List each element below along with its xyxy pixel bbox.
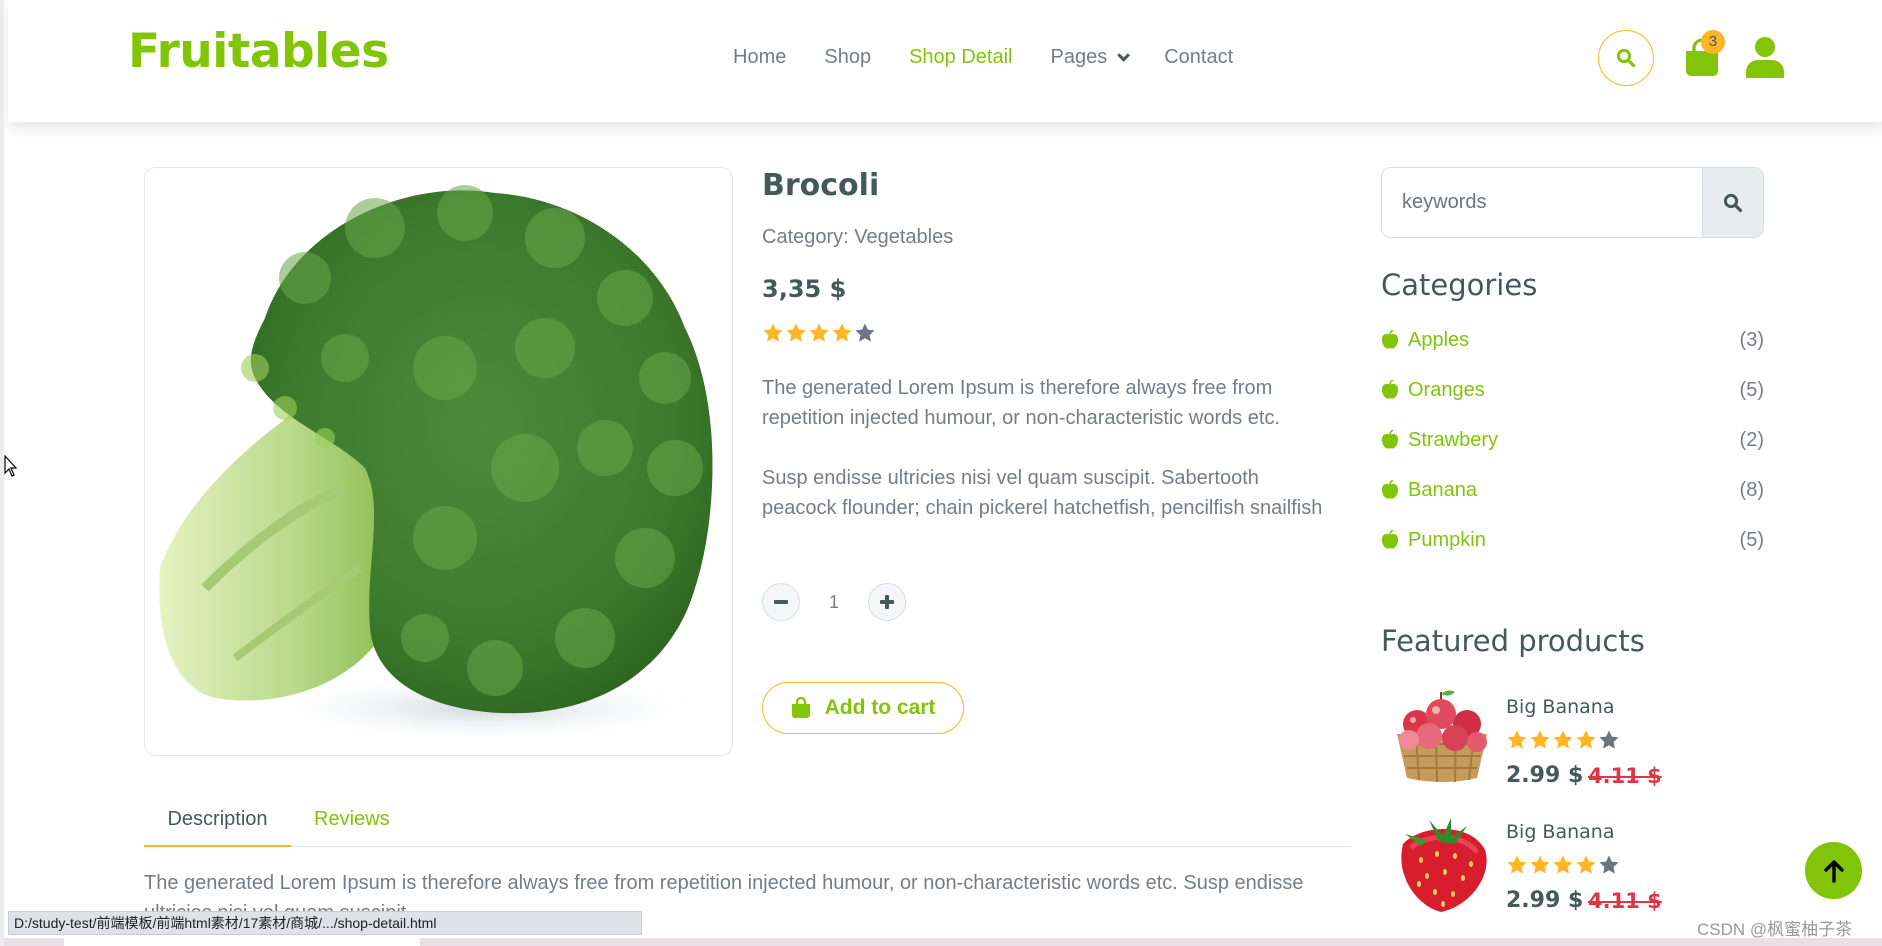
taskbar-tab bbox=[64, 938, 420, 946]
header-search-button[interactable] bbox=[1598, 30, 1654, 86]
nav-contact[interactable]: Contact bbox=[1164, 46, 1233, 69]
tab-reviews[interactable]: Reviews bbox=[314, 808, 390, 831]
star-empty-icon bbox=[1599, 730, 1619, 749]
quantity-minus-button[interactable] bbox=[762, 583, 800, 621]
star-filled-icon bbox=[1530, 730, 1550, 749]
nav-home[interactable]: Home bbox=[733, 46, 786, 69]
category-name[interactable]: Pumpkin bbox=[1408, 529, 1740, 552]
featured-product-rating bbox=[1506, 729, 1620, 751]
cart-count-badge: 3 bbox=[1701, 30, 1725, 54]
category-count: (8) bbox=[1739, 478, 1764, 501]
apple-icon bbox=[1381, 530, 1399, 549]
add-to-cart-label: Add to cart bbox=[824, 696, 936, 719]
product-title: Brocoli bbox=[762, 168, 880, 203]
site-logo[interactable]: Fruitables bbox=[128, 24, 389, 79]
sidebar-search bbox=[1381, 167, 1764, 238]
star-filled-icon bbox=[1576, 730, 1596, 749]
category-item[interactable]: Apples (3) bbox=[1381, 324, 1764, 356]
featured-product-name[interactable]: Big Banana bbox=[1506, 821, 1614, 843]
apple-icon bbox=[1381, 430, 1399, 449]
category-item[interactable]: Banana (8) bbox=[1381, 474, 1764, 506]
watermark-text: CSDN @枫蜜柚子茶 bbox=[1697, 920, 1853, 939]
product-category: Category: Vegetables bbox=[762, 226, 954, 248]
category-count: (5) bbox=[1739, 378, 1764, 401]
star-filled-icon bbox=[1553, 855, 1573, 874]
nav-shop-detail[interactable]: Shop Detail bbox=[909, 46, 1012, 69]
category-item[interactable]: Oranges (5) bbox=[1381, 374, 1764, 406]
apple-icon bbox=[1381, 480, 1399, 499]
site-header: Fruitables Home Shop Shop Detail Pages C… bbox=[8, 0, 1882, 122]
category-count: (5) bbox=[1739, 528, 1764, 551]
product-rating bbox=[762, 322, 876, 344]
apple-icon bbox=[1381, 380, 1399, 399]
arrow-up-icon bbox=[1823, 859, 1844, 883]
strawberry-image bbox=[1401, 818, 1487, 912]
categories-heading: Categories bbox=[1381, 268, 1538, 302]
tab-description[interactable]: Description bbox=[144, 808, 291, 847]
category-item[interactable]: Pumpkin (5) bbox=[1381, 524, 1764, 556]
featured-product-price: 2.99 $ bbox=[1506, 888, 1584, 913]
sidebar-search-button[interactable] bbox=[1702, 168, 1763, 237]
main-nav: Home Shop Shop Detail Pages Contact bbox=[733, 46, 1271, 69]
star-filled-icon bbox=[1507, 855, 1527, 874]
product-description-2: Susp endisse ultricies nisi vel quam sus… bbox=[762, 467, 1323, 519]
featured-product-rating bbox=[1506, 854, 1620, 876]
chevron-down-icon bbox=[1117, 49, 1131, 62]
category-name[interactable]: Apples bbox=[1408, 329, 1740, 352]
back-to-top-button[interactable] bbox=[1805, 842, 1862, 899]
apple-icon bbox=[1381, 330, 1399, 349]
shopping-bag-icon bbox=[791, 697, 810, 718]
star-filled-icon bbox=[832, 323, 852, 342]
featured-product-old-price: 4.11 $ bbox=[1588, 764, 1662, 788]
broccoli-image bbox=[159, 185, 715, 744]
product-price: 3,35 $ bbox=[762, 275, 847, 303]
product-image bbox=[144, 167, 733, 756]
plus-icon bbox=[880, 595, 894, 609]
nav-pages[interactable]: Pages bbox=[1050, 46, 1131, 69]
star-filled-icon bbox=[786, 323, 806, 342]
category-count: (3) bbox=[1739, 328, 1764, 351]
star-filled-icon bbox=[809, 323, 829, 342]
keyword-search-input[interactable] bbox=[1382, 168, 1702, 237]
quantity-value[interactable]: 1 bbox=[800, 592, 868, 613]
user-icon[interactable] bbox=[1745, 36, 1785, 78]
search-icon bbox=[1723, 193, 1743, 212]
product-tabs: Description Reviews bbox=[144, 800, 1352, 847]
product-description-1: The generated Lorem Ipsum is therefore a… bbox=[762, 377, 1281, 429]
category-count: (2) bbox=[1739, 428, 1764, 451]
star-empty-icon bbox=[855, 323, 875, 342]
mouse-cursor-icon bbox=[4, 455, 18, 477]
featured-product-price: 2.99 $ bbox=[1506, 763, 1584, 788]
category-name[interactable]: Banana bbox=[1408, 479, 1740, 502]
page: Fruitables Home Shop Shop Detail Pages C… bbox=[0, 0, 1882, 946]
search-icon bbox=[1616, 48, 1636, 68]
featured-product-image[interactable] bbox=[1381, 684, 1503, 786]
featured-products-heading: Featured products bbox=[1381, 624, 1645, 658]
category-name[interactable]: Oranges bbox=[1408, 379, 1740, 402]
add-to-cart-button[interactable]: Add to cart bbox=[762, 682, 964, 734]
star-filled-icon bbox=[1507, 730, 1527, 749]
featured-product-image[interactable] bbox=[1381, 814, 1503, 916]
star-filled-icon bbox=[1576, 855, 1596, 874]
nav-shop[interactable]: Shop bbox=[824, 46, 871, 69]
featured-product-name[interactable]: Big Banana bbox=[1506, 696, 1614, 718]
minus-icon bbox=[774, 600, 788, 604]
bottom-taskbar-strip bbox=[4, 938, 1882, 946]
featured-product-old-price: 4.11 $ bbox=[1588, 889, 1662, 913]
star-filled-icon bbox=[1553, 730, 1573, 749]
star-filled-icon bbox=[1530, 855, 1550, 874]
category-item[interactable]: Strawbery (2) bbox=[1381, 424, 1764, 456]
quantity-plus-button[interactable] bbox=[868, 583, 906, 621]
star-empty-icon bbox=[1599, 855, 1619, 874]
apple-basket-image bbox=[1397, 690, 1487, 783]
nav-pages-label: Pages bbox=[1050, 46, 1108, 68]
category-name[interactable]: Strawbery bbox=[1408, 429, 1740, 452]
star-filled-icon bbox=[763, 323, 783, 342]
browser-status-url: D:/study-test/前端模板/前端html素材/17素材/商城/.../… bbox=[8, 911, 642, 935]
quantity-stepper: 1 bbox=[762, 583, 906, 621]
